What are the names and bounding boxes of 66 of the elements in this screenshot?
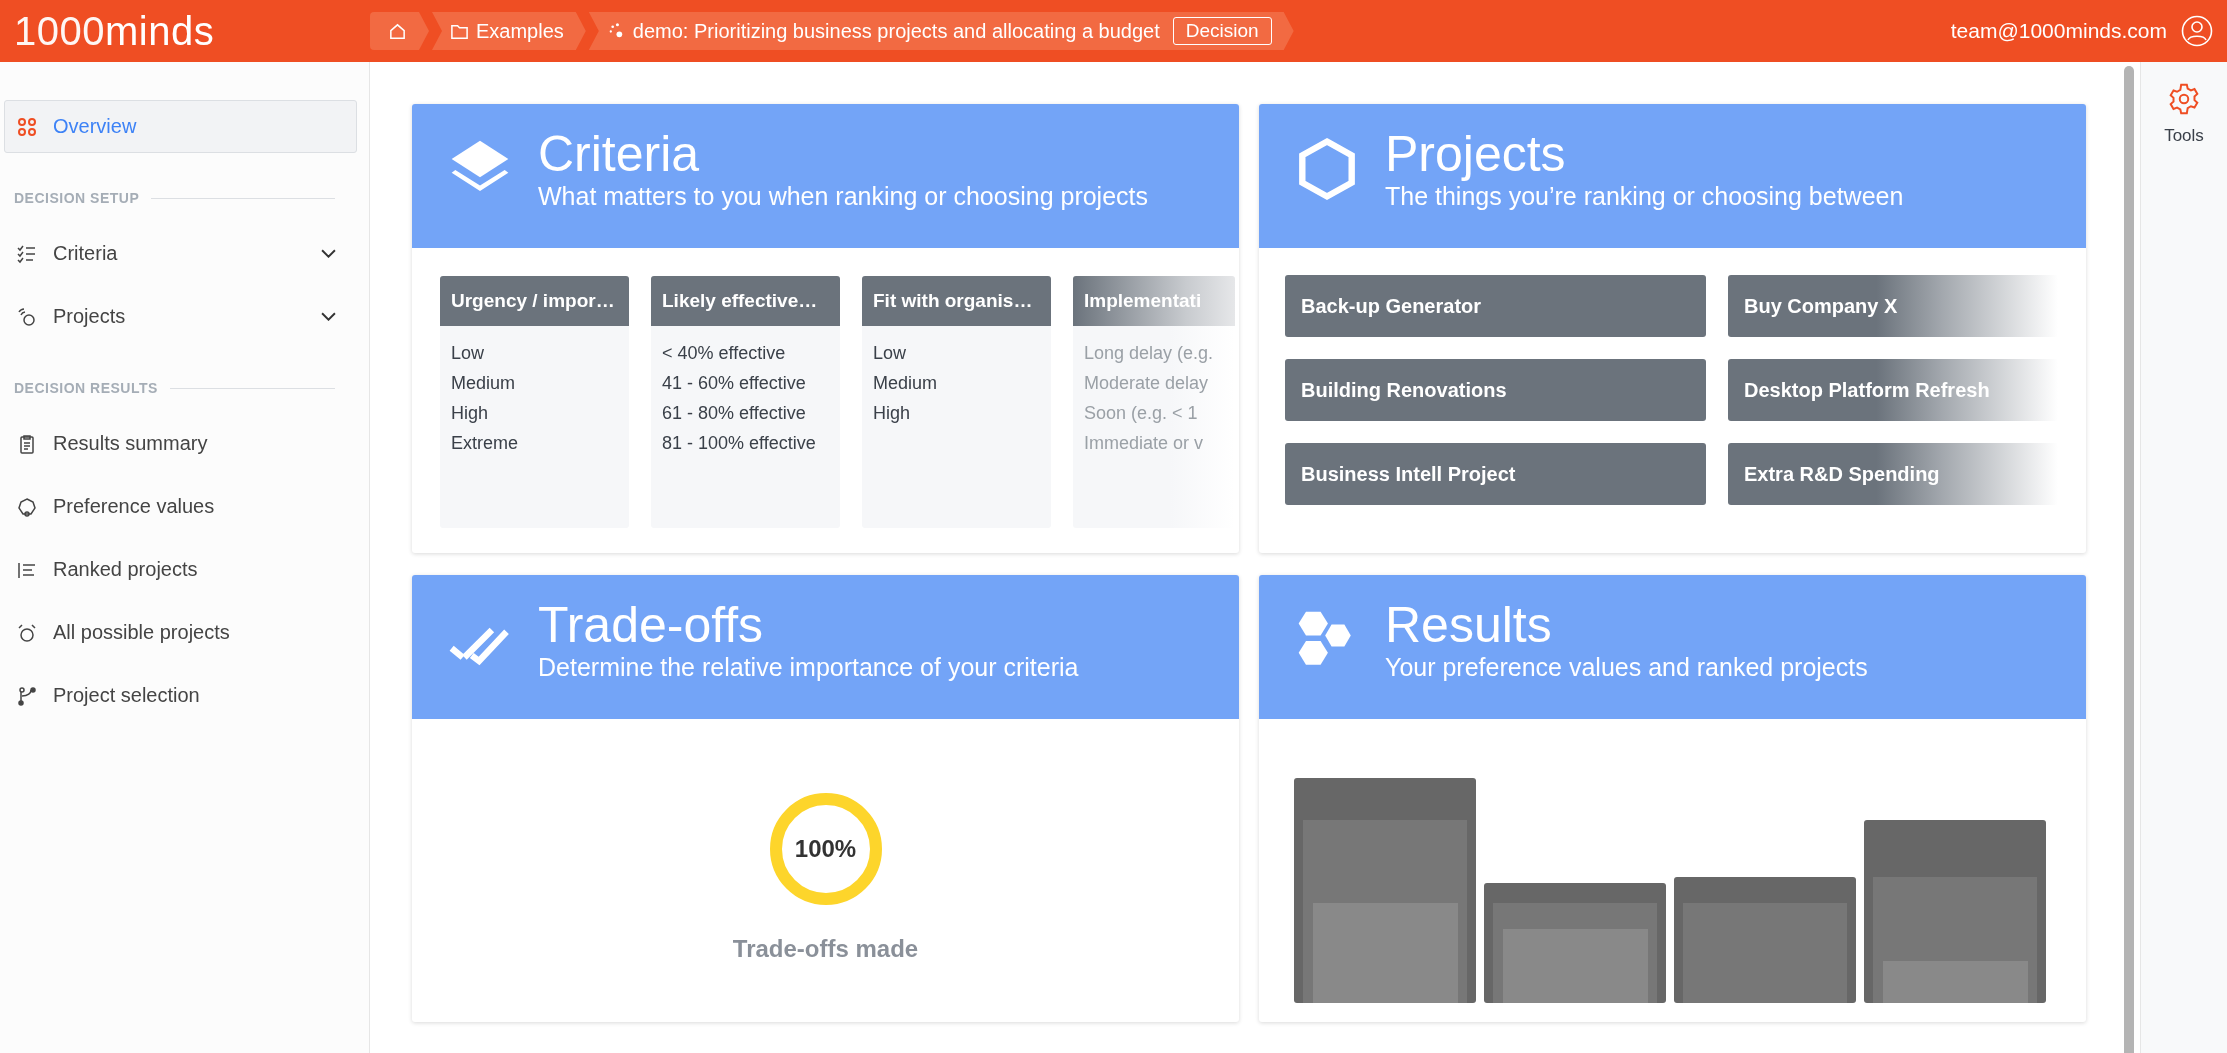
criterion-header: Likely effective… bbox=[651, 276, 840, 326]
checklist-icon bbox=[17, 243, 37, 264]
nav-item[interactable]: Preference values bbox=[4, 480, 357, 533]
project-tile[interactable]: Business Intell Project bbox=[1285, 443, 1706, 505]
decision-badge: Decision bbox=[1172, 17, 1272, 45]
alarm-icon bbox=[17, 622, 37, 643]
card-title: Projects bbox=[1385, 127, 1567, 182]
breadcrumb-link[interactable]: Examples bbox=[432, 12, 586, 50]
nav-item[interactable]: Projects bbox=[4, 290, 357, 343]
card-subtitle: The things you’re ranking or choosing between bbox=[1385, 182, 1904, 211]
project-tile[interactable]: Back-up Generator bbox=[1285, 275, 1706, 337]
criterion-level: Medium bbox=[451, 372, 517, 395]
breadcrumb-home[interactable] bbox=[370, 12, 429, 50]
criterion-level: Extreme bbox=[451, 432, 520, 455]
breadcrumb-link[interactable]: demo: Prioritizing business projects and allocating a budget Decision bbox=[588, 12, 1294, 50]
overview-card[interactable]: Trade-offs Determine the relative importance of your criteria 100% Trade-offs made bbox=[412, 575, 1239, 1022]
nav-item[interactable]: Ranked projects bbox=[4, 543, 357, 596]
criterion-level: Moderate delay bbox=[1084, 372, 1210, 395]
criterion-level: Low bbox=[451, 342, 486, 365]
criterion-level: 61 - 80% effective bbox=[662, 402, 807, 425]
card-title: Trade-offs bbox=[538, 598, 765, 653]
nav-item[interactable]: All possible projects bbox=[4, 606, 357, 659]
nav-item[interactable]: Criteria bbox=[4, 227, 357, 280]
user-avatar-icon[interactable] bbox=[2181, 15, 2213, 47]
criterion-level: Medium bbox=[873, 372, 939, 395]
grid-icon bbox=[17, 116, 37, 137]
criterion-level: Immediate or v bbox=[1084, 432, 1205, 455]
tools-button[interactable]: Tools bbox=[2164, 62, 2204, 146]
clipboard-icon bbox=[17, 433, 37, 454]
nav-item[interactable]: Project selection bbox=[4, 669, 357, 722]
criterion-header: Fit with organis… bbox=[862, 276, 1051, 326]
criterion-level: < 40% effective bbox=[662, 342, 787, 365]
nav-item[interactable]: Results summary bbox=[4, 417, 357, 470]
user-email[interactable]: team@1000minds.com bbox=[1950, 19, 2167, 43]
criterion-header: Urgency / impor… bbox=[440, 276, 629, 326]
criterion-level: Low bbox=[873, 342, 908, 365]
project-tile[interactable]: Building Renovations bbox=[1285, 359, 1706, 421]
card-subtitle: What matters to you when ranking or choosing projects bbox=[538, 182, 1149, 211]
criterion-level: Long delay (e.g. bbox=[1084, 342, 1215, 365]
circles-icon bbox=[17, 306, 37, 327]
criterion-level: High bbox=[451, 402, 490, 425]
overview-card[interactable]: Results Your preference values and ranked projects bbox=[1259, 575, 2086, 1022]
section-heading: DECISION RESULTS bbox=[14, 380, 158, 396]
progress-caption: Trade-offs made bbox=[732, 935, 919, 963]
overview-card[interactable] bbox=[412, 104, 1239, 553]
section-heading: DECISION SETUP bbox=[14, 190, 140, 206]
settings-icon bbox=[2167, 82, 2201, 116]
criterion-level: High bbox=[873, 402, 912, 425]
nav-item[interactable]: Overview bbox=[4, 100, 357, 153]
logo[interactable]: 1000minds bbox=[14, 8, 370, 54]
card-subtitle: Your preference values and ranked projects bbox=[1385, 653, 1868, 682]
scrollbar[interactable] bbox=[2124, 66, 2134, 1053]
card-title: Criteria bbox=[538, 127, 701, 182]
blob-icon bbox=[17, 496, 37, 517]
criterion-header: Implementati bbox=[1073, 276, 1235, 326]
progress-reading: 100% bbox=[793, 834, 858, 864]
criterion-level: 81 - 100% effective bbox=[662, 432, 817, 455]
criterion-level: 41 - 60% effective bbox=[662, 372, 807, 395]
chevron-down-icon bbox=[321, 249, 336, 258]
criterion-level: Soon (e.g. < 1 bbox=[1084, 402, 1199, 425]
card-subtitle: Determine the relative importance of your criteria bbox=[538, 653, 1079, 682]
chevron-down-icon bbox=[321, 312, 336, 321]
home-icon bbox=[388, 21, 407, 41]
branch-icon bbox=[17, 685, 37, 706]
overview-card[interactable]: Projects The things you’re ranking or choosing between Back-up Generator Buy Company X Building Renovations Desktop Platform Refresh Business Intell Project Extra R&D Spending bbox=[1259, 104, 2086, 553]
card-title: Results bbox=[1385, 598, 1553, 653]
